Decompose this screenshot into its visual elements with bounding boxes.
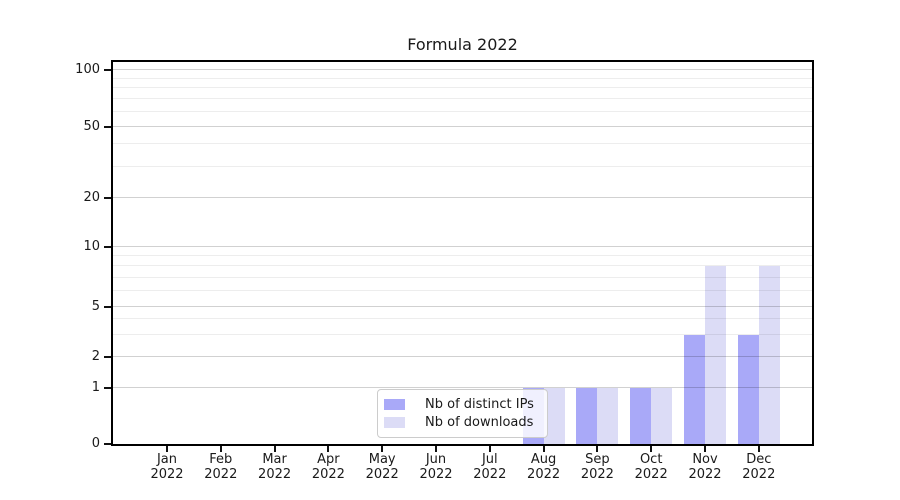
y-label-2: 2: [40, 349, 100, 365]
y-tick-50: [104, 126, 111, 128]
bar-nb-of-distinct-ips-oct: [630, 388, 651, 444]
gridline-minor-70: [113, 98, 812, 99]
legend-row-distinct-ips: Nb of distinct IPs: [384, 395, 538, 413]
y-label-1: 1: [40, 380, 100, 396]
legend-swatch-downloads-icon: [384, 417, 405, 428]
gridline-minor-4: [113, 318, 812, 319]
y-tick-1: [104, 387, 111, 389]
gridline-minor-8: [113, 265, 812, 266]
gridline-major-2: [113, 356, 812, 357]
legend: Nb of distinct IPs Nb of downloads: [377, 389, 548, 438]
x-label-dec: Dec 2022: [719, 452, 799, 483]
y-tick-2: [104, 356, 111, 358]
bar-nb-of-distinct-ips-nov: [684, 335, 705, 444]
gridline-major-50: [113, 126, 812, 127]
gridline-major-100: [113, 69, 812, 70]
plot-canvas: [113, 62, 812, 444]
legend-label-distinct-ips: Nb of distinct IPs: [425, 397, 534, 412]
bar-nb-of-downloads-oct: [651, 388, 672, 444]
gridline-minor-3: [113, 334, 812, 335]
chart-title: Formula 2022: [113, 35, 812, 54]
y-label-10: 10: [40, 239, 100, 255]
gridline-minor-60: [113, 111, 812, 112]
legend-swatch-distinct-ips-icon: [384, 399, 405, 410]
gridline-minor-7: [113, 277, 812, 278]
gridline-minor-40: [113, 143, 812, 144]
y-tick-0: [104, 443, 111, 445]
y-tick-5: [104, 306, 111, 308]
y-label-100: 100: [40, 62, 100, 78]
legend-label-downloads: Nb of downloads: [425, 415, 533, 430]
legend-row-downloads: Nb of downloads: [384, 414, 538, 432]
y-label-0: 0: [40, 436, 100, 452]
bar-nb-of-downloads-sep: [597, 388, 618, 444]
gridline-major-10: [113, 246, 812, 247]
y-label-5: 5: [40, 299, 100, 315]
y-label-50: 50: [40, 119, 100, 135]
y-tick-20: [104, 197, 111, 199]
gridline-minor-80: [113, 87, 812, 88]
y-tick-10: [104, 246, 111, 248]
gridline-major-20: [113, 197, 812, 198]
gridline-major-5: [113, 306, 812, 307]
gridline-minor-6: [113, 290, 812, 291]
chart-figure: Formula 2022 Jan 2022Feb 2022Mar 2022Apr…: [0, 0, 900, 500]
y-label-20: 20: [40, 190, 100, 206]
gridline-minor-30: [113, 166, 812, 167]
gridline-minor-90: [113, 78, 812, 79]
y-tick-100: [104, 69, 111, 71]
gridline-minor-9: [113, 255, 812, 256]
bar-nb-of-distinct-ips-dec: [738, 335, 759, 444]
bar-nb-of-distinct-ips-sep: [576, 388, 597, 444]
